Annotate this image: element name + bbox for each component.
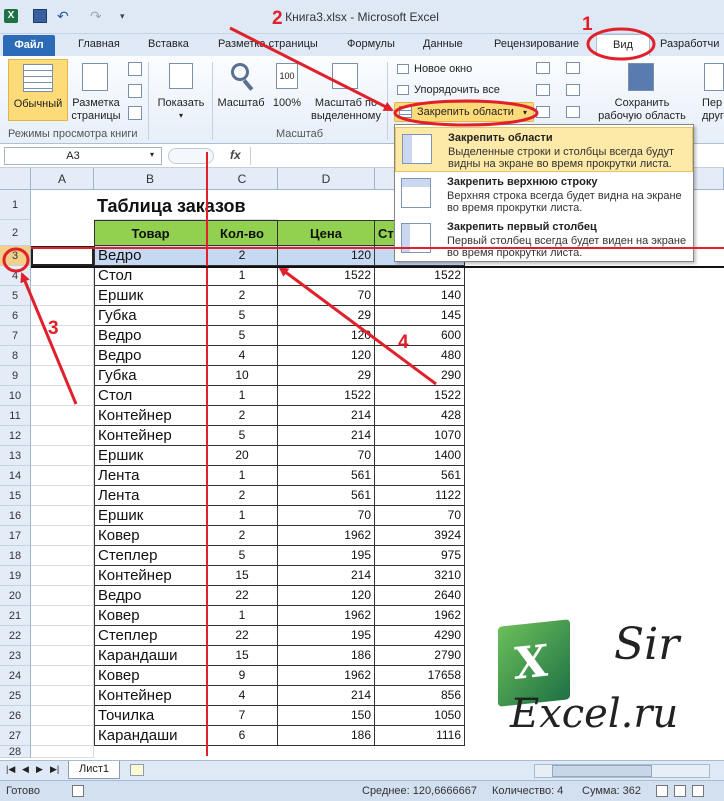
annotation-arrow-2 (229, 26, 394, 112)
annotation-number-1: 1 (582, 14, 593, 35)
annotation-circle-view-tab (586, 27, 656, 61)
annotation-number-4: 4 (398, 332, 409, 353)
annotation-number-3: 3 (48, 318, 59, 339)
annotation-circle-row3 (2, 247, 30, 273)
annotation-overlay (2, 26, 724, 756)
annotation-number-2: 2 (272, 8, 283, 29)
annotation-arrow-4 (278, 266, 437, 386)
annotation-circle-freeze-panes (393, 99, 539, 127)
